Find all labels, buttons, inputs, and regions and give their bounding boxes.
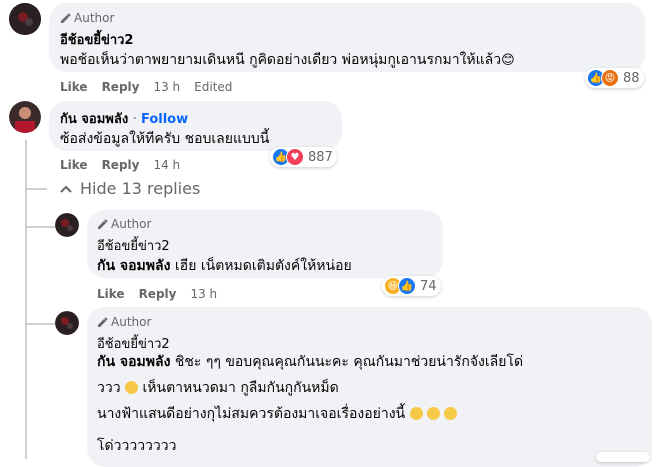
reaction-count: 887	[308, 149, 333, 165]
reply-body-line2a: ววว	[97, 380, 121, 396]
avatar-image	[55, 213, 79, 237]
reply-text: กัน จอมพลัง เฮีย เน็ตหมดเติมตังค์ให้หน่อ…	[97, 255, 352, 277]
comment-author-row: กัน จอมพลัง · Follow	[60, 112, 189, 127]
smile-emoji: 😊	[501, 53, 515, 68]
author-badge-label: Author	[111, 217, 152, 231]
mention-link[interactable]: กัน จอมพลัง	[97, 354, 170, 370]
author-badge: Author	[60, 11, 114, 25]
comment-actions: Like Reply 14 h	[60, 158, 180, 172]
comment-author-name[interactable]: กัน จอมพลัง	[60, 112, 128, 127]
love-reaction-icon: ♥	[286, 148, 304, 166]
edited-label: Edited	[194, 80, 233, 94]
avatar[interactable]	[9, 3, 41, 35]
comment-text: พอช้อเห็นว่าตาพยายามเดินหนี กูคิดอย่างเด…	[60, 49, 515, 71]
avatar-image	[9, 3, 41, 35]
reply-link[interactable]: Reply	[139, 287, 177, 301]
author-badge: Author	[97, 217, 151, 231]
reply-body-line2b: เห็นตาหนวดมา กูลืมกันกูกันหม็ด	[142, 380, 339, 396]
like-reaction-icon: 👍	[398, 277, 416, 295]
comment-bubble: Author อีช้อขยี้ข่าว2 พอช้อเห็นว่าตาพยาย…	[49, 3, 645, 72]
reply-text-line: กัน จอมพลัง ชิชะ ๆๆ ขอบคุณคุณกันนะคะ คุณ…	[97, 351, 523, 373]
comment-bubble: กัน จอมพลัง · Follow ซ้อส่งข้อมูลให้ทีคร…	[49, 101, 342, 151]
hide-replies-label: Hide 13 replies	[80, 179, 201, 198]
comment-author-name[interactable]: อีช้อขยี้ข่าว2	[60, 29, 133, 50]
timestamp[interactable]: 13 h	[190, 287, 217, 301]
reply-text-line: ววว เห็นตาหนวดมา กูลืมกันกูกันหม็ด	[97, 377, 339, 399]
avatar[interactable]	[55, 213, 79, 237]
timestamp[interactable]: 13 h	[153, 80, 180, 94]
avatar-image	[9, 101, 41, 133]
reply-body-line1: ชิชะ ๆๆ ขอบคุณคุณกันนะคะ คุณกันมาช่วยน่า…	[174, 354, 524, 370]
comment-body: พอช้อเห็นว่าตาพยายามเดินหนี กูคิดอย่างเด…	[60, 52, 502, 68]
reply-bubble: Author อีช้อขยี้ข่าว2 กัน จอมพลัง เฮีย เ…	[87, 210, 443, 278]
reaction-summary[interactable]: 👍 ♥ 887	[270, 147, 337, 167]
reply-text-line: โด่วววววววว	[97, 438, 177, 454]
reaction-summary-partial[interactable]	[596, 452, 650, 462]
author-badge: Author	[97, 315, 151, 329]
author-badge-label: Author	[111, 315, 152, 329]
reply-body-line3: นางฟ้าแสนดีอย่างกุไม่สมควรต้องมาเจอเรื่อ…	[97, 406, 406, 422]
reply-branch	[25, 323, 55, 325]
author-badge-label: Author	[74, 11, 115, 25]
worried-emoji-icon	[427, 407, 441, 420]
reaction-count: 88	[623, 70, 640, 86]
chevron-up-icon	[60, 185, 72, 193]
reaction-count: 74	[420, 278, 437, 294]
comment-text: ซ้อส่งข้อมูลให้ทีครับ ชอบเลยแบบนี้	[60, 131, 270, 147]
follow-button[interactable]: Follow	[141, 112, 188, 127]
hide-replies-button[interactable]: Hide 13 replies	[60, 179, 200, 198]
pencil-icon	[98, 316, 108, 327]
like-link[interactable]: Like	[60, 80, 88, 94]
like-link[interactable]: Like	[60, 158, 88, 172]
timestamp[interactable]: 14 h	[153, 158, 180, 172]
neutral-emoji-icon	[409, 407, 423, 420]
thread-branch	[25, 188, 47, 190]
unamused-emoji-icon	[444, 407, 458, 420]
like-link[interactable]: Like	[97, 287, 125, 301]
reaction-summary[interactable]: 😆 👍 74	[382, 276, 441, 296]
reply-author-name[interactable]: อีช้อขยี้ข่าว2	[97, 235, 170, 256]
reply-body: เฮีย เน็ตหมดเติมตังค์ให้หน่อย	[174, 258, 352, 274]
avatar[interactable]	[55, 311, 79, 335]
mention-link[interactable]: กัน จอมพลัง	[97, 258, 170, 274]
reply-link[interactable]: Reply	[102, 158, 140, 172]
comment-actions: Like Reply 13 h Edited	[60, 80, 232, 94]
reply-bubble: Author อีช้อขยี้ข่าว2 กัน จอมพลัง ชิชะ ๆ…	[87, 307, 652, 467]
avatar-image	[55, 311, 79, 335]
reply-branch	[25, 226, 55, 228]
smiling-emoji-icon	[125, 381, 139, 394]
pencil-icon	[98, 218, 108, 229]
avatar[interactable]	[9, 101, 41, 133]
reply-actions: Like Reply 13 h	[97, 287, 217, 301]
angry-reaction-icon: 😡	[601, 69, 619, 87]
reply-text-line: นางฟ้าแสนดีอย่างกุไม่สมควรต้องมาเจอเรื่อ…	[97, 403, 458, 425]
pencil-icon	[61, 12, 71, 23]
reaction-summary[interactable]: 👍 😡 88	[585, 68, 644, 88]
reply-link[interactable]: Reply	[102, 80, 140, 94]
